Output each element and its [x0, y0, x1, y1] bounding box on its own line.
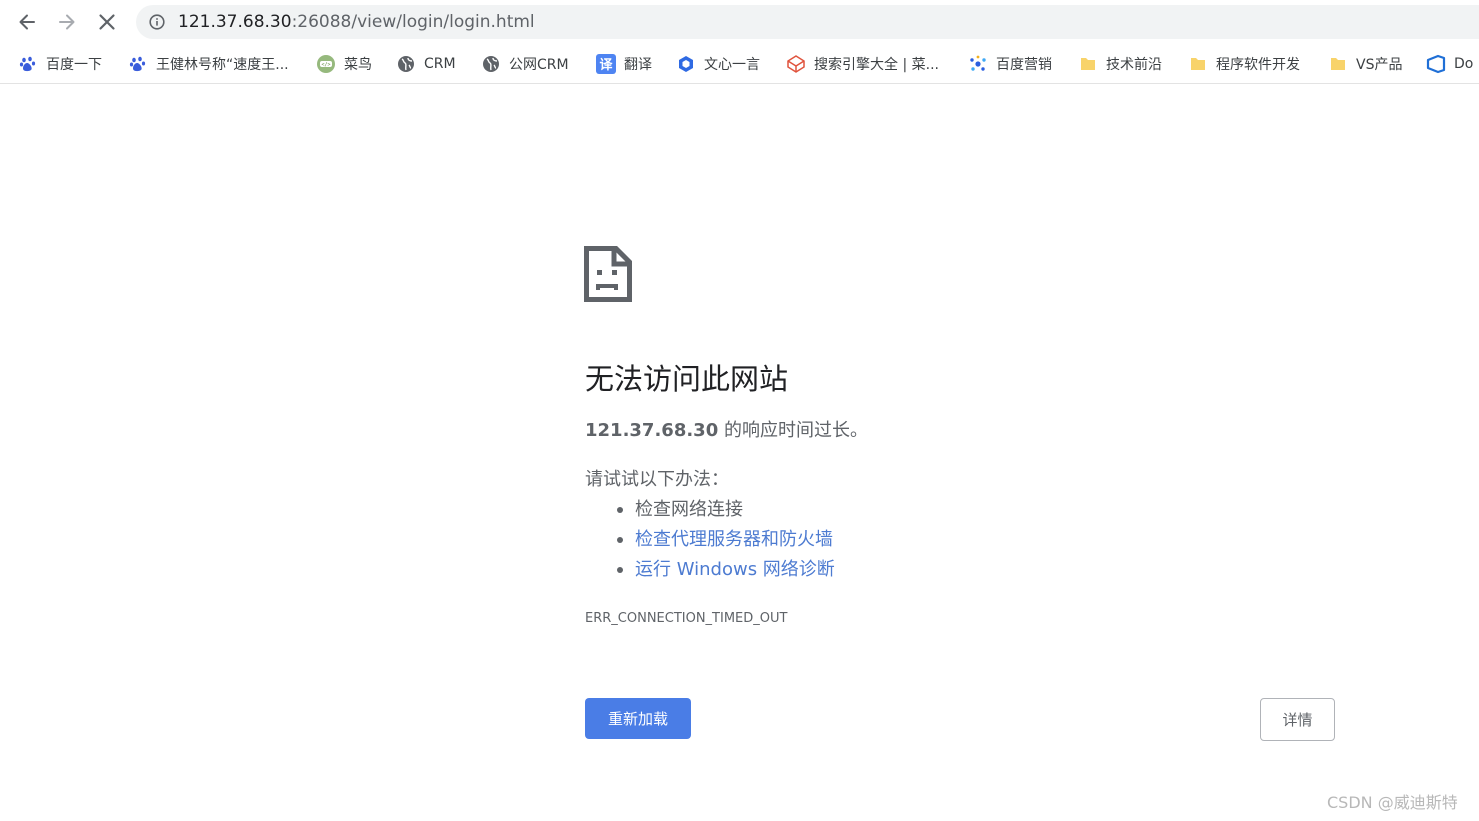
folder-icon [1328, 54, 1348, 74]
bookmark-label: VS产品 [1356, 57, 1403, 73]
back-button[interactable] [11, 6, 43, 38]
browser-toolbar: 121.37.68.30:26088/view/login/login.html [0, 0, 1479, 44]
arrow-left-icon [19, 14, 35, 30]
bookmark-folder-software[interactable]: 程序软件开发 [1188, 52, 1300, 76]
folder-icon [1078, 54, 1098, 74]
bookmark-wangjianlin[interactable]: 王健林号称“速度王... [128, 52, 289, 76]
cube-icon [786, 54, 806, 74]
bookmark-label: 文心一言 [704, 57, 760, 73]
svg-text:</>: </> [321, 62, 330, 68]
url-host: 121.37.68.30 [178, 12, 292, 32]
azure-devops-icon [1426, 54, 1446, 74]
baidu-marketing-icon [968, 54, 988, 74]
bookmark-label: 翻译 [624, 57, 652, 73]
error-summary-text: 的响应时间过长。 [718, 420, 868, 441]
folder-icon [1188, 54, 1208, 74]
bookmark-label: 百度营销 [996, 57, 1052, 73]
bookmark-label: 搜索引擎大全 | 菜... [814, 57, 939, 73]
svg-text:译: 译 [599, 58, 613, 73]
error-code: ERR_CONNECTION_TIMED_OUT [585, 611, 788, 626]
bookmark-label: 公网CRM [509, 57, 569, 73]
bookmark-folder-tech[interactable]: 技术前沿 [1078, 52, 1162, 76]
bookmark-folder-vs[interactable]: VS产品 [1328, 52, 1402, 76]
check-proxy-link[interactable]: 检查代理服务器和防火墙 [635, 529, 833, 550]
stop-loading-button[interactable] [91, 6, 123, 38]
reload-button[interactable]: 重新加载 [585, 698, 691, 739]
globe-icon [396, 54, 416, 74]
error-host: 121.37.68.30 [585, 420, 719, 441]
error-summary: 121.37.68.30 的响应时间过长。 [585, 419, 868, 443]
address-bar[interactable]: 121.37.68.30:26088/view/login/login.html [136, 5, 1479, 39]
close-icon [99, 14, 115, 30]
suggestion-check-network: 检查网络连接 [585, 496, 835, 526]
csdn-watermark: CSDN @威迪斯特 [1327, 793, 1458, 812]
forward-button[interactable] [51, 6, 83, 38]
bookmark-label: 技术前沿 [1106, 57, 1162, 73]
bookmarks-bar: 百度一下 王健林号称“速度王... </> 菜鸟 CRM 公网CRM 译 翻译 … [0, 44, 1479, 84]
baidu-paw-icon [18, 54, 38, 74]
bookmark-label: 程序软件开发 [1216, 57, 1300, 73]
bookmark-public-crm[interactable]: 公网CRM [481, 52, 569, 76]
suggestions-list: 检查网络连接 检查代理服务器和防火墙 运行 Windows 网络诊断 [585, 496, 835, 586]
bookmark-translate[interactable]: 译 翻译 [596, 52, 652, 76]
bookmark-search-engines[interactable]: 搜索引擎大全 | 菜... [786, 52, 939, 76]
suggestions-heading: 请试试以下办法： [585, 469, 729, 490]
bookmark-wenxin[interactable]: 文心一言 [676, 52, 760, 76]
bookmark-label: Do [1454, 56, 1474, 72]
bookmark-azure-devops[interactable]: Do [1426, 52, 1473, 76]
suggestion-text: 检查网络连接 [635, 499, 743, 520]
bookmark-label: 菜鸟 [344, 57, 372, 73]
suggestion-run-diagnostics: 运行 Windows 网络诊断 [585, 556, 835, 586]
run-diagnostics-link[interactable]: 运行 Windows 网络诊断 [635, 559, 835, 580]
bookmark-label: 百度一下 [46, 57, 102, 73]
bookmark-crm[interactable]: CRM [396, 52, 456, 76]
suggestion-check-proxy: 检查代理服务器和防火墙 [585, 526, 835, 556]
globe-icon [481, 54, 501, 74]
details-button[interactable]: 详情 [1260, 698, 1335, 741]
sad-page-icon [584, 246, 632, 302]
bookmark-label: CRM [424, 56, 456, 72]
arrow-right-icon [59, 14, 75, 30]
info-icon[interactable] [149, 14, 165, 30]
bookmark-baidu-marketing[interactable]: 百度营销 [968, 52, 1052, 76]
url-text[interactable]: 121.37.68.30:26088/view/login/login.html [178, 11, 535, 33]
translate-icon: 译 [596, 54, 616, 74]
error-title: 无法访问此网站 [585, 362, 789, 396]
url-path: :26088/view/login/login.html [291, 12, 535, 32]
wenxin-icon [676, 54, 696, 74]
bookmark-runoob[interactable]: </> 菜鸟 [316, 52, 372, 76]
bookmark-label: 王健林号称“速度王... [156, 57, 289, 73]
baidu-paw-icon [128, 54, 148, 74]
bookmark-baidu[interactable]: 百度一下 [18, 52, 102, 76]
runoob-icon: </> [316, 54, 336, 74]
